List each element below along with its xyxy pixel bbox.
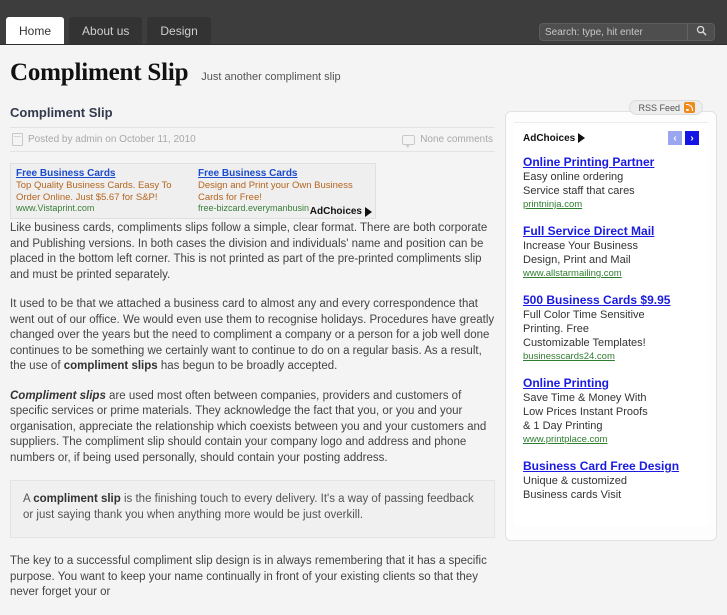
nav-tab-about-us[interactable]: About us: [69, 17, 143, 44]
sidebar-ad-line: Low Prices Instant Proofs: [523, 406, 648, 418]
post-pullquote: A compliment slip is the finishing touch…: [10, 480, 495, 538]
sidebar: RSS Feed AdChoices ‹ › Online Printing P…: [505, 100, 717, 541]
sidebar-ad-item: Online Printing Partner Easy online orde…: [523, 155, 699, 210]
sidebar-ad-line: Easy online ordering: [523, 171, 624, 183]
post-paragraph-1: Like business cards, compliments slips f…: [10, 222, 488, 281]
sidebar-ad-line: Full Color Time Sensitive: [523, 309, 645, 321]
sidebar-ad-title[interactable]: Online Printing Partner: [523, 155, 699, 170]
sidebar-ad-item: Full Service Direct Mail Increase Your B…: [523, 224, 699, 279]
post-paragraph-4: The key to a successful compliment slip …: [10, 555, 487, 598]
sidebar-ad-url[interactable]: businesscards24.com: [523, 351, 699, 362]
sidebar-ad-title[interactable]: 500 Business Cards $9.95: [523, 293, 699, 308]
sidebar-adchoices-badge[interactable]: AdChoices: [523, 132, 586, 144]
rss-feed-label: RSS Feed: [638, 102, 680, 113]
post-meta-comments-text: None comments: [420, 134, 493, 145]
post-meta-author-text: Posted by admin on October 11, 2010: [28, 134, 196, 145]
post-meta-author: Posted by admin on October 11, 2010: [12, 133, 196, 146]
inline-ad-body: Top Quality Business Cards. Easy To Orde…: [16, 180, 172, 203]
sidebar-ad-url[interactable]: printninja.com: [523, 199, 699, 210]
sidebar-panel: AdChoices ‹ › Online Printing Partner Ea…: [505, 111, 717, 541]
comment-bubble-icon: [402, 134, 416, 148]
post-paragraph-2: It used to be that we attached a busines…: [10, 298, 495, 372]
inline-ad-url[interactable]: www.Vistaprint.com: [16, 203, 188, 214]
inline-adchoices-badge[interactable]: AdChoices: [308, 206, 373, 217]
site-tagline: Just another compliment slip: [201, 71, 341, 83]
search-icon: [696, 25, 707, 39]
main-content: Compliment Slip Posted by admin on Octob…: [10, 99, 495, 615]
sidebar-ad-line: Increase Your Business: [523, 240, 638, 252]
sidebar-ad-line: Customizable Templates!: [523, 337, 646, 349]
rss-icon: [684, 102, 695, 113]
post-meta: Posted by admin on October 11, 2010 None…: [10, 127, 495, 152]
main-nav: Home About us Design: [6, 17, 211, 44]
ad-next-button[interactable]: ›: [685, 131, 699, 145]
sidebar-ad-url[interactable]: www.printplace.com: [523, 434, 699, 445]
inline-ad-title[interactable]: Free Business Cards: [198, 167, 370, 180]
sidebar-ad-item: Business Card Free Design Unique & custo…: [523, 459, 699, 502]
sidebar-ad-url[interactable]: www.allstarmailing.com: [523, 268, 699, 279]
sidebar-ad-title[interactable]: Full Service Direct Mail: [523, 224, 699, 239]
sidebar-ad-line: Service staff that cares: [523, 185, 635, 197]
sidebar-adchoices-row: AdChoices ‹ ›: [523, 131, 699, 145]
site-title[interactable]: Compliment Slip: [10, 59, 188, 87]
inline-advertisement[interactable]: Free Business Cards Top Quality Business…: [10, 163, 376, 219]
top-navigation-bar: Home About us Design: [0, 0, 727, 45]
sidebar-ad-line: Printing. Free: [523, 323, 590, 335]
search-input[interactable]: [540, 24, 687, 40]
search-button[interactable]: [687, 24, 714, 40]
sidebar-ad-unit: AdChoices ‹ › Online Printing Partner Ea…: [514, 122, 708, 526]
adchoices-arrow-icon: [365, 206, 372, 217]
post-meta-comments[interactable]: None comments: [402, 134, 493, 148]
inline-ad-title[interactable]: Free Business Cards: [16, 167, 188, 180]
inline-adchoices-label: AdChoices: [309, 206, 362, 217]
sidebar-ad-item: Online Printing Save Time & Money With L…: [523, 376, 699, 445]
sidebar-ad-item: 500 Business Cards $9.95 Full Color Time…: [523, 293, 699, 362]
search-box[interactable]: [539, 23, 715, 41]
sidebar-ad-line: & 1 Day Printing: [523, 420, 603, 432]
sidebar-ad-line: Unique & customized: [523, 475, 627, 487]
sidebar-ad-line: Business cards Visit: [523, 489, 622, 501]
post-paragraph-3: Compliment slips are used most often bet…: [10, 389, 487, 464]
inline-ad-item: Free Business Cards Top Quality Business…: [16, 167, 188, 215]
sidebar-adchoices-label: AdChoices: [523, 132, 576, 144]
site-header: Compliment Slip Just another compliment …: [0, 45, 727, 99]
rss-feed-button[interactable]: RSS Feed: [629, 100, 703, 115]
adchoices-arrow-icon: [578, 133, 586, 143]
sidebar-ad-title[interactable]: Online Printing: [523, 376, 699, 391]
sidebar-ad-title[interactable]: Business Card Free Design: [523, 459, 699, 474]
nav-tab-home[interactable]: Home: [6, 17, 65, 44]
sidebar-ad-line: Save Time & Money With: [523, 392, 647, 404]
nav-tab-design[interactable]: Design: [147, 17, 211, 44]
document-icon: [12, 133, 23, 146]
inline-ad-body: Design and Print your Own Business Cards…: [198, 180, 353, 203]
ad-prev-button[interactable]: ‹: [668, 131, 682, 145]
post-title[interactable]: Compliment Slip: [10, 105, 495, 120]
sidebar-ad-pager: ‹ ›: [668, 131, 699, 145]
sidebar-ad-line: Design, Print and Mail: [523, 254, 631, 266]
page-body: Compliment Slip Posted by admin on Octob…: [0, 99, 727, 615]
